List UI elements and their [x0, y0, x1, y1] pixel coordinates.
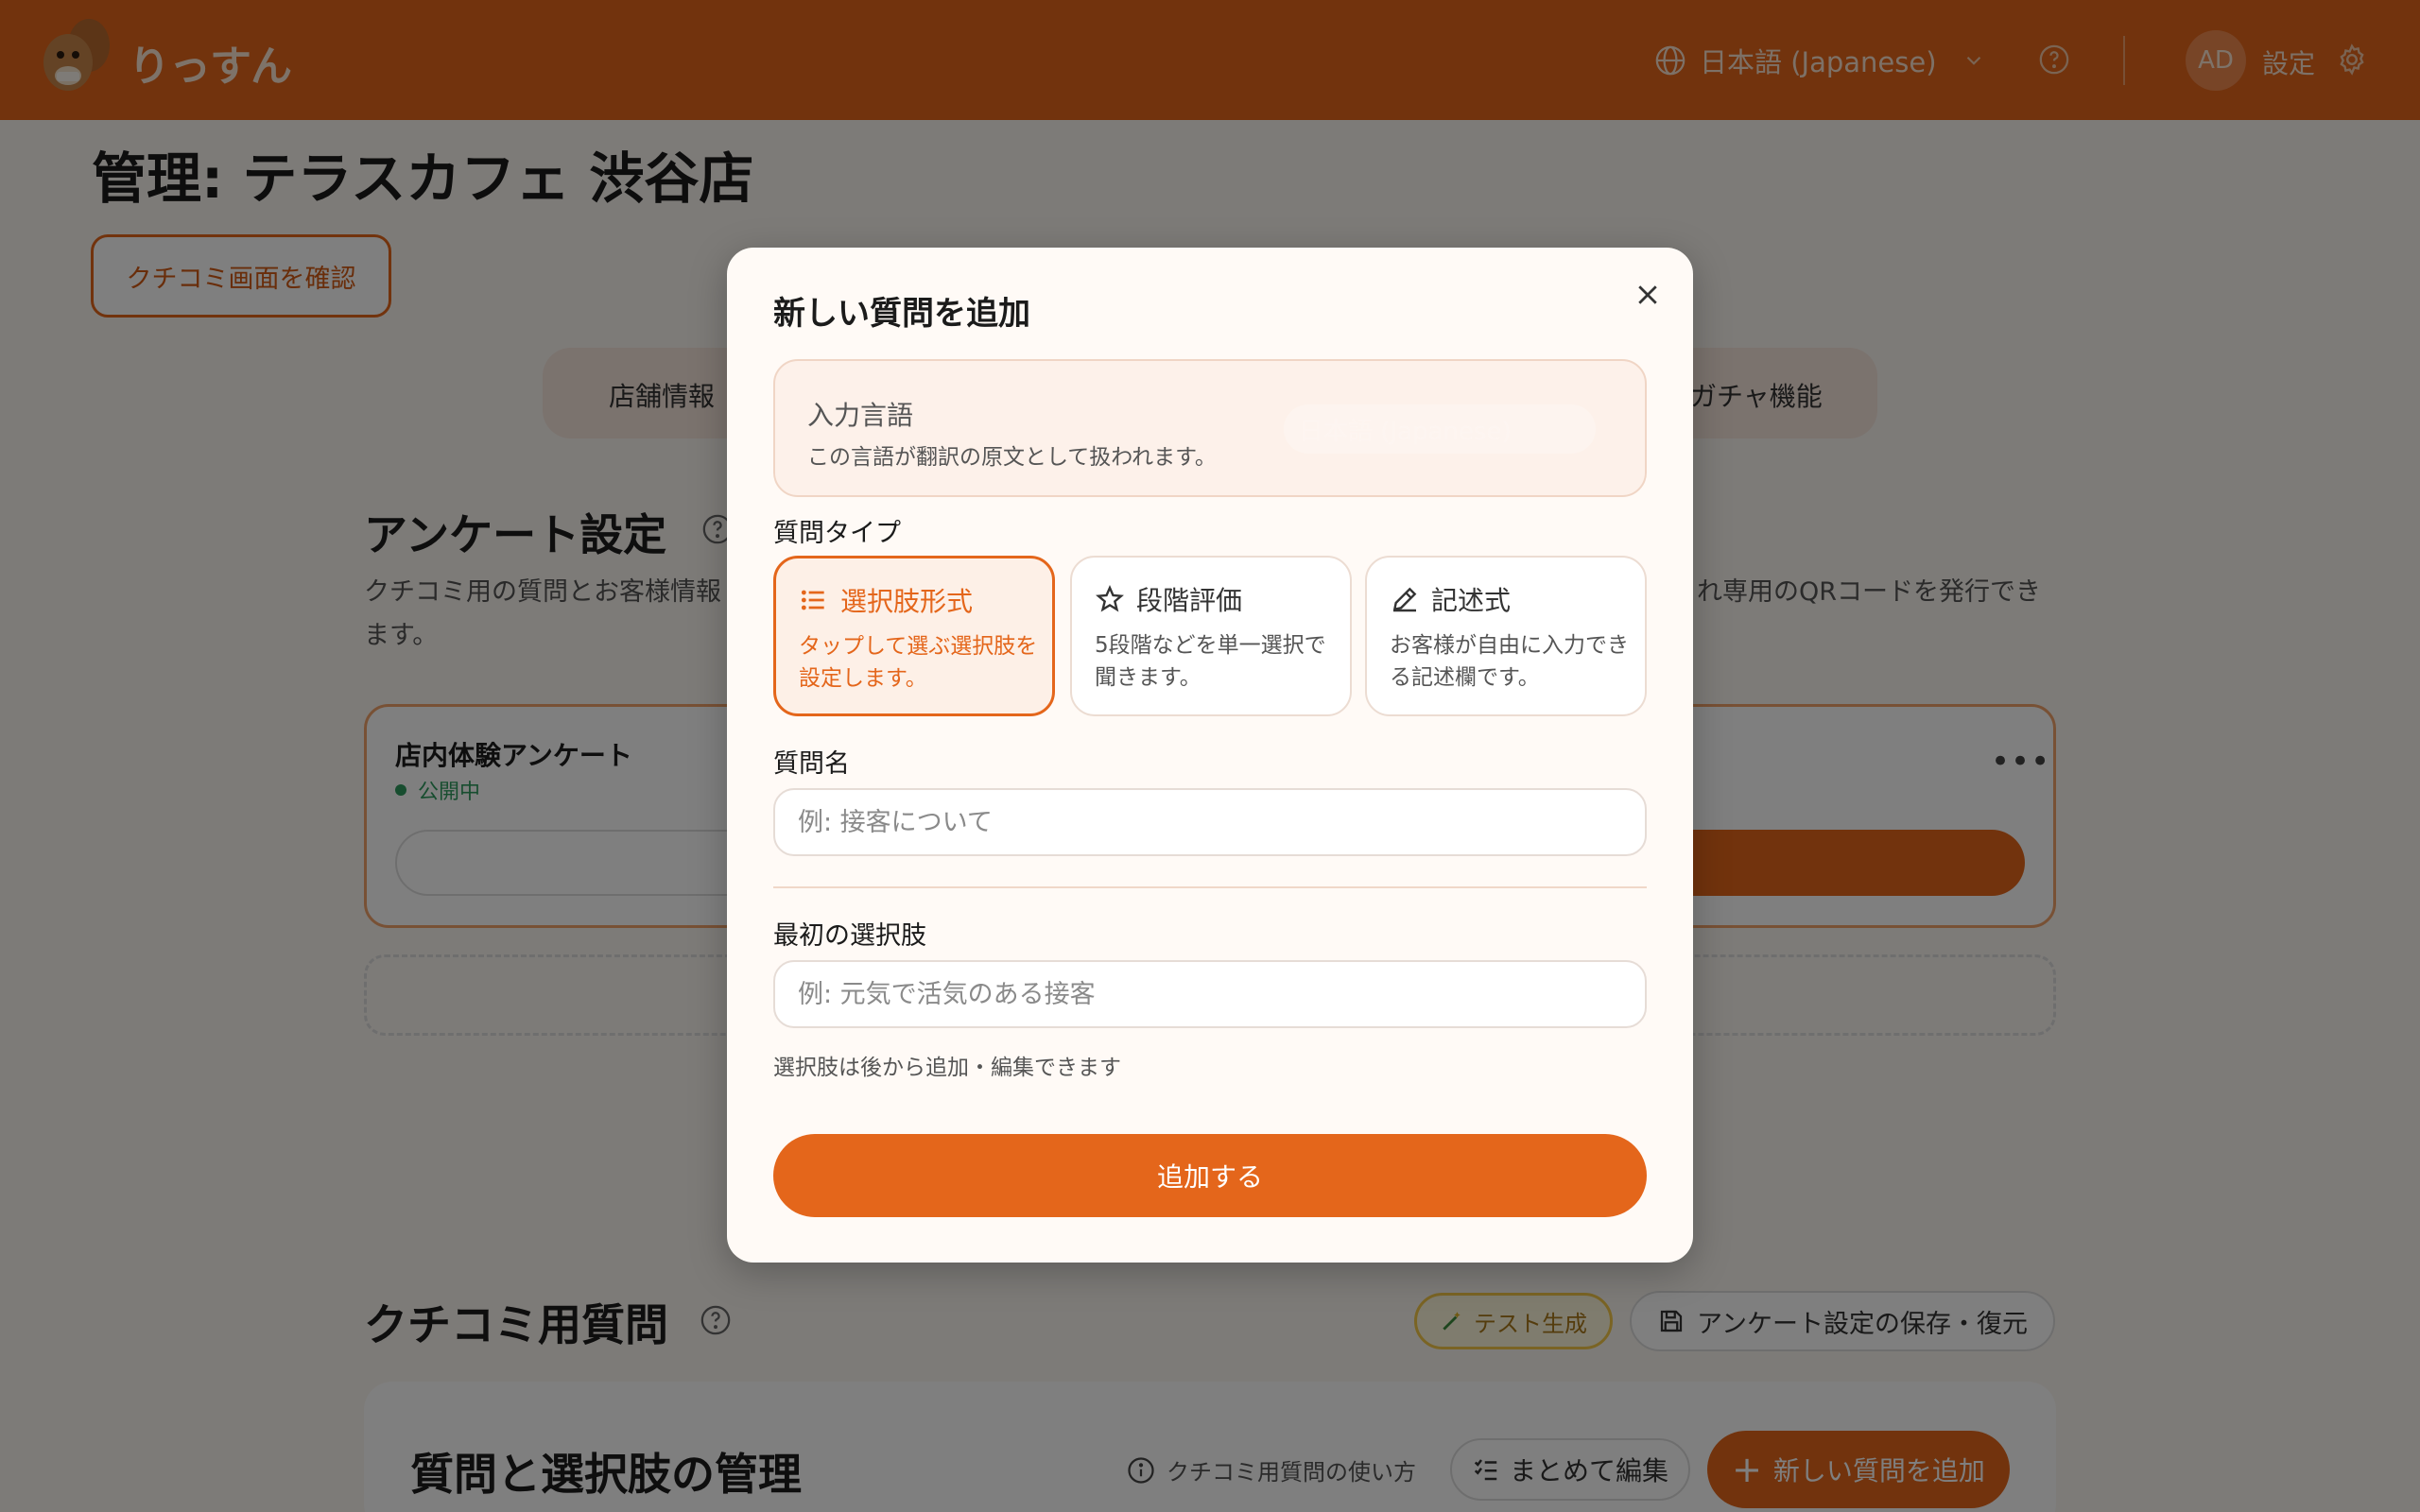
- type-option-head: 記述式: [1390, 580, 1511, 618]
- type-option-freetext[interactable]: 記述式 お客様が自由に入力できる記述欄です。: [1365, 556, 1647, 716]
- first-choice-input[interactable]: [773, 960, 1647, 1028]
- add-question-modal: 新しい質問を追加 入力言語 この言語が翻訳の原文として扱われます。 日本語 (J…: [727, 248, 1693, 1263]
- first-choice-hint: 選択肢は後から追加・編集できます: [773, 1056, 1121, 1080]
- close-icon: [1638, 285, 1657, 304]
- type-option-head: 選択肢形式: [799, 581, 973, 619]
- divider: [773, 886, 1647, 888]
- modal-title: 新しい質問を追加: [773, 295, 1030, 333]
- type-option-label: 記述式: [1431, 585, 1512, 616]
- type-option-desc: お客様が自由に入力できる記述欄です。: [1390, 633, 1629, 690]
- question-name-label: 質問名: [773, 749, 850, 779]
- type-option-desc: タップして選ぶ選択肢を設定します。: [799, 634, 1038, 691]
- input-language-note: この言語が翻訳の原文として扱われます。: [807, 445, 1217, 470]
- list-icon: [801, 590, 824, 610]
- pencil-icon: [1392, 587, 1417, 612]
- question-name-input[interactable]: [773, 788, 1647, 856]
- header-backdrop[interactable]: [0, 0, 2420, 120]
- type-option-label: 選択肢形式: [840, 586, 974, 617]
- type-option-head: 段階評価: [1095, 580, 1242, 618]
- input-language-select[interactable]: 日本語 (Japanese): [1284, 404, 1596, 454]
- close-button[interactable]: [1631, 278, 1665, 312]
- question-type-label: 質問タイプ: [773, 519, 901, 548]
- submit-add-button[interactable]: 追加する: [773, 1134, 1647, 1217]
- type-option-label: 段階評価: [1136, 585, 1243, 616]
- type-option-rating[interactable]: 段階評価 5段階などを単一選択で聞きます。: [1070, 556, 1352, 716]
- input-language-box: 入力言語 この言語が翻訳の原文として扱われます。 日本語 (Japanese): [773, 359, 1647, 497]
- star-icon: [1096, 584, 1124, 612]
- first-choice-label: 最初の選択肢: [773, 921, 926, 951]
- type-option-choice[interactable]: 選択肢形式 タップして選ぶ選択肢を設定します。: [773, 556, 1055, 716]
- app-page: りっすん 日本語 (Japanese) AD 設定 管理: テラスカフェ 渋谷店…: [0, 0, 2420, 1512]
- type-option-desc: 5段階などを単一選択で聞きます。: [1095, 633, 1326, 690]
- input-language-label: 入力言語: [807, 400, 914, 431]
